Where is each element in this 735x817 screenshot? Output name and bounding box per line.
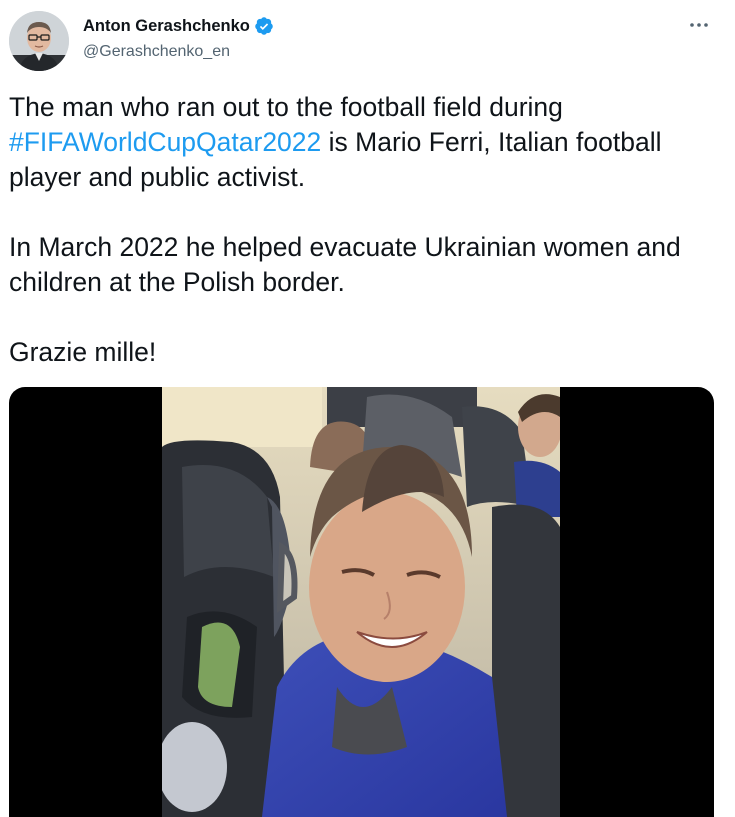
video-frame-image [162, 387, 560, 817]
person-avatar-icon [9, 11, 69, 71]
more-options-button[interactable] [685, 11, 713, 39]
video-player[interactable] [9, 387, 714, 817]
author-display-name[interactable]: Anton Gerashchenko [83, 17, 250, 36]
tweet-text: The man who ran out to the football fiel… [9, 90, 724, 370]
author-avatar[interactable] [9, 11, 69, 71]
hashtag-link[interactable]: #FIFAWorldCupQatar2022 [9, 127, 321, 157]
author-name-row: Anton Gerashchenko [83, 16, 274, 36]
ellipsis-icon [690, 23, 708, 27]
author-handle[interactable]: @Gerashchenko_en [83, 43, 230, 61]
tweet-paragraph-1: The man who ran out to the football fiel… [9, 90, 724, 195]
tweet-paragraph-2: In March 2022 he helped evacuate Ukraini… [9, 232, 681, 297]
verified-badge-icon [254, 16, 274, 36]
tweet-paragraph-3: Grazie mille! [9, 337, 157, 367]
tweet-card: Anton Gerashchenko @Gerashchenko_en The … [0, 0, 735, 817]
tweet-text-line1: The man who ran out to the football fiel… [9, 92, 563, 122]
